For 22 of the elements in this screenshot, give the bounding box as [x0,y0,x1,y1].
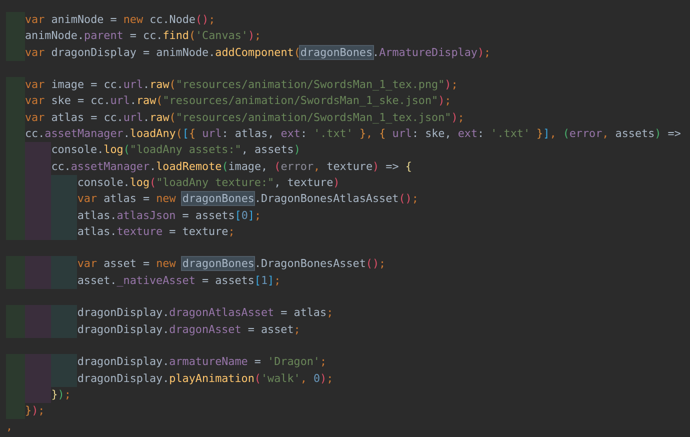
code-line: console.log("loadAny texture:", texture) [77,174,340,191]
code-line: dragonDisplay.dragonAtlasAsset = atlas; [77,305,334,322]
code-line: console.log("loadAny assets:", assets) [51,142,300,158]
code-line: var dragonDisplay = animNode.addComponent(dragonBones.ArmatureDisplay); [25,44,491,61]
code-line: cc.assetManager.loadAny([{ url: atlas, ext: '.txt' }, { url: ske, ext: '.txt' }], (error, assets) => [25,126,681,142]
code-line: var atlas = cc.url.raw("resources/animation/SwordsMan_1_tex.json"); [25,110,464,126]
code-line: dragonDisplay.armatureName = 'Dragon'; [77,354,327,370]
code-line: }); [51,386,71,403]
code-line: dragonDisplay.playAnimation('walk', 0); [77,370,334,387]
code-line: var ske = cc.url.raw("resources/animation/SwordsMan_1_ske.json"); [25,93,452,110]
code-line: var atlas = new dragonBones.DragonBonesAtlasAsset(); [77,191,418,208]
code-line: cc.assetManager.loadRemote(image, (error, texture) => { [51,158,412,175]
code-line: asset._nativeAsset = assets[1]; [77,272,281,289]
code-line: var asset = new dragonBones.DragonBonesAsset(); [77,256,386,272]
code-line: animNode.parent = cc.find('Canvas'); [25,28,262,44]
code-line: , [6,419,13,436]
code-line: var animNode = new cc.Node(); [25,12,216,28]
code-line: atlas.atlasJson = assets[0]; [77,208,261,224]
code-line: dragonDisplay.dragonAsset = asset; [77,322,300,338]
code-line: var image = cc.url.raw("resources/animation/SwordsMan_1_tex.png"); [25,77,458,94]
code-line: atlas.texture = texture; [77,224,235,240]
code-line: }); [25,403,45,420]
